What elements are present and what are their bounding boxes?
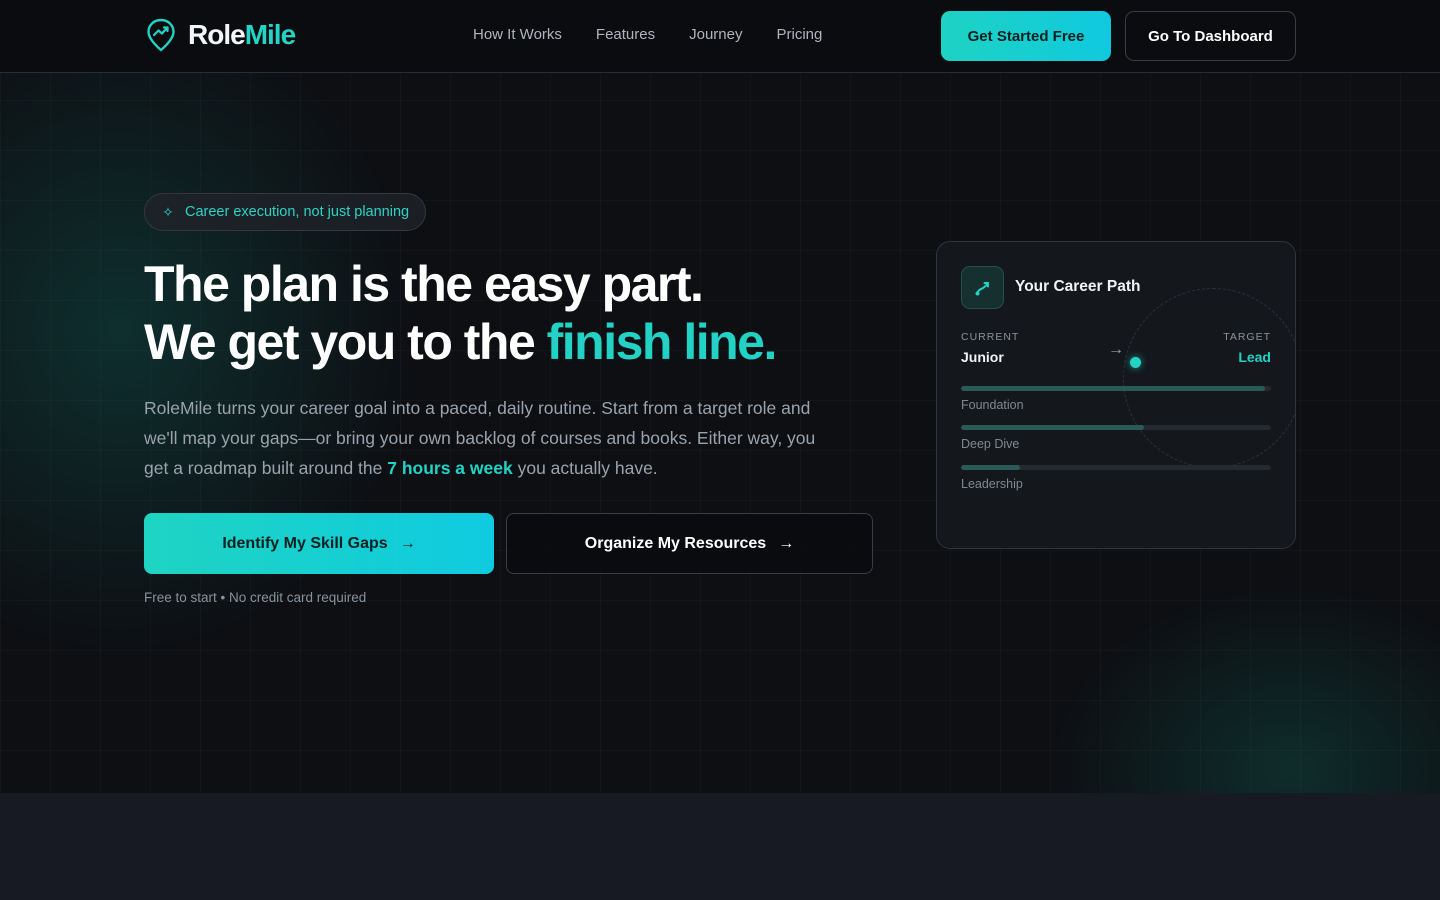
stage-bar-leadership <box>961 465 1271 470</box>
brand-logo[interactable]: RoleMile <box>146 18 296 52</box>
headline-line-2: We get you to the <box>144 314 547 370</box>
arrow-right-icon: → <box>399 534 416 552</box>
tagline-pill: ✧ Career execution, not just planning <box>144 193 427 231</box>
target-label: TARGET <box>1223 331 1271 343</box>
target-value: Lead <box>1238 349 1271 365</box>
card-title: Your Career Path <box>1015 278 1141 295</box>
sparkle-icon: ✧ <box>162 203 174 220</box>
go-to-dashboard-button[interactable]: Go To Dashboard <box>1125 11 1296 61</box>
decorative-ring <box>1123 288 1295 468</box>
tagline-text: Career execution, not just planning <box>185 204 410 220</box>
nav-link-features[interactable]: Features <box>596 26 655 43</box>
nav-link-journey[interactable]: Journey <box>689 26 742 43</box>
identify-skill-gaps-button[interactable]: Identify My Skill Gaps → <box>144 513 494 574</box>
stage-bar-foundation <box>961 386 1271 391</box>
arrow-right-icon: → <box>778 534 795 552</box>
stage-label-foundation: Foundation <box>961 398 1024 412</box>
nav-link-how-it-works[interactable]: How It Works <box>473 26 562 43</box>
organize-resources-button[interactable]: Organize My Resources → <box>506 513 873 574</box>
nav-links: How It Works Features Journey Pricing <box>473 26 822 43</box>
free-note: Free to start • No credit card required <box>144 590 367 605</box>
location-pin-icon <box>147 18 175 52</box>
headline-line-1: The plan is the easy part. <box>144 256 704 312</box>
progress-dot <box>1130 357 1141 368</box>
current-value: Junior <box>961 349 1004 365</box>
top-nav: RoleMile How It Works Features Journey P… <box>0 0 1440 73</box>
nav-link-pricing[interactable]: Pricing <box>776 26 822 43</box>
current-label: CURRENT <box>961 331 1020 343</box>
get-started-button[interactable]: Get Started Free <box>941 11 1111 61</box>
next-section <box>0 793 1440 900</box>
career-path-card: Your Career Path CURRENT TARGET Junior →… <box>936 241 1296 549</box>
stage-label-leadership: Leadership <box>961 477 1023 491</box>
brand-name: RoleMile <box>188 19 296 50</box>
path-icon <box>961 266 1004 309</box>
stage-label-deep-dive: Deep Dive <box>961 437 1020 451</box>
hero-section: RoleMile How It Works Features Journey P… <box>0 0 1440 793</box>
arrow-right-icon: → <box>1108 341 1124 358</box>
hours-highlight: 7 hours a week <box>387 458 513 478</box>
stage-bar-deep-dive <box>961 425 1271 430</box>
hero-headline: The plan is the easy part. We get you to… <box>144 255 904 371</box>
headline-accent: finish line. <box>546 314 778 370</box>
hero-description: RoleMile turns your career goal into a p… <box>144 398 816 478</box>
